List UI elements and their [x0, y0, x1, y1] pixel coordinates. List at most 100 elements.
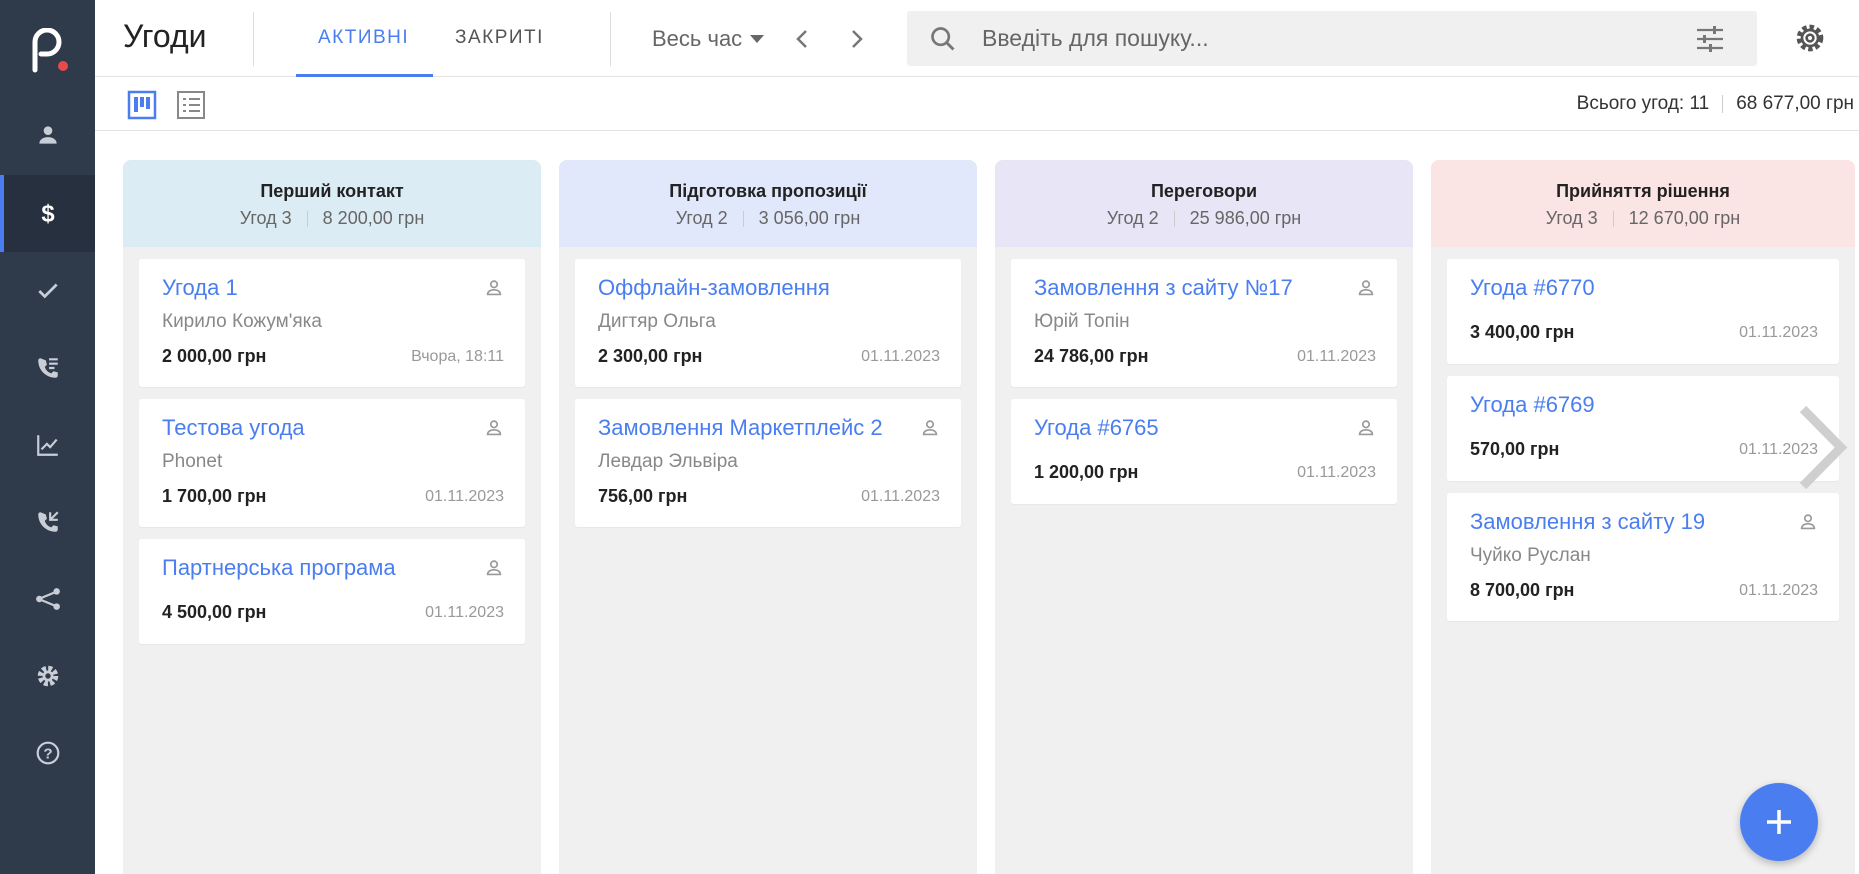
stage-title: Переговори	[1150, 181, 1258, 201]
total-deals-amount: 68 677,00 грн	[1736, 93, 1854, 114]
sidebar-item-integrations[interactable]	[0, 560, 95, 637]
stage-title: Прийняття рішення	[1556, 181, 1730, 201]
deal-title[interactable]: Оффлайн-замовлення	[598, 275, 830, 301]
stage-sum: 25 986,00 грн	[1189, 208, 1302, 228]
period-prev-button[interactable]	[788, 24, 816, 54]
person-icon	[486, 280, 502, 296]
caret-down-icon	[750, 35, 765, 43]
filter-sliders-icon[interactable]	[1695, 25, 1725, 53]
stage-count: Угод 2	[1106, 208, 1159, 228]
stage-header: Перший контакт Угод 3 8 200,00 грн	[123, 160, 541, 247]
dollar-icon: $	[41, 201, 54, 227]
stage-count: Угод 3	[239, 208, 292, 228]
add-deal-button[interactable]	[1740, 783, 1818, 861]
deal-amount: 8 700,00 грн	[1470, 580, 1575, 600]
person-icon	[1358, 420, 1374, 436]
deal-card[interactable]: Угода #6769 570,00 грн 01.11.2023	[1447, 376, 1839, 481]
deal-amount: 2 300,00 грн	[598, 346, 703, 366]
deal-totals: Всього угод: 11 68 677,00 грн	[1577, 93, 1854, 115]
period-next-button[interactable]	[843, 24, 871, 54]
deal-card[interactable]: Угода #6770 3 400,00 грн 01.11.2023	[1447, 259, 1839, 364]
deal-date: 01.11.2023	[861, 348, 940, 365]
stage-count: Угод 2	[675, 208, 728, 228]
deal-contact: Кирило Кожум'яка	[162, 311, 322, 332]
settings-gear-icon[interactable]	[1794, 22, 1826, 54]
search-input[interactable]	[982, 11, 1662, 66]
stage-title: Перший контакт	[260, 181, 404, 201]
list-view-icon[interactable]	[176, 90, 206, 120]
stage-sum: 3 056,00 грн	[758, 208, 861, 228]
stage-column: Прийняття рішення Угод 3 12 670,00 грн У…	[1431, 160, 1855, 874]
deal-date: 01.11.2023	[425, 604, 504, 621]
gear-icon	[37, 665, 58, 686]
totals-divider	[1722, 95, 1724, 113]
deal-date: Вчора, 18:11	[411, 348, 504, 365]
deal-card[interactable]: Оффлайн-замовлення Дигтяр Ольга 2 300,00…	[575, 259, 961, 387]
deal-title[interactable]: Угода #6765	[1034, 415, 1159, 441]
search-icon	[931, 27, 955, 51]
deal-title[interactable]: Угода #6770	[1470, 275, 1595, 301]
deal-contact: Phonet	[162, 451, 223, 472]
deal-contact: Юрій Топін	[1034, 311, 1130, 332]
sidebar-item-analytics[interactable]	[0, 406, 95, 483]
chevron-right-icon	[852, 30, 863, 48]
deal-amount: 570,00 грн	[1470, 439, 1560, 459]
chart-icon	[36, 434, 58, 456]
logo-icon[interactable]	[29, 28, 69, 74]
deal-card[interactable]: Замовлення з сайту №17 Юрій Топін 24 786…	[1011, 259, 1397, 387]
deal-title[interactable]: Замовлення з сайту №17	[1034, 275, 1293, 301]
svg-text:?: ?	[43, 745, 52, 762]
header-divider	[610, 12, 611, 66]
tab-closed[interactable]: ЗАКРИТІ	[455, 27, 544, 49]
kanban-view-icon[interactable]	[127, 90, 157, 120]
deal-amount: 2 000,00 грн	[162, 346, 267, 366]
deal-title[interactable]: Замовлення Маркетплейс 2	[598, 415, 883, 441]
deal-amount: 4 500,00 грн	[162, 602, 267, 622]
person-icon	[1800, 514, 1816, 530]
person-icon	[486, 560, 502, 576]
deal-amount: 24 786,00 грн	[1034, 346, 1149, 366]
sidebar-item-contacts[interactable]	[0, 96, 95, 173]
flow-icon	[35, 587, 60, 610]
stage-meta-divider	[1612, 210, 1614, 227]
deal-amount: 3 400,00 грн	[1470, 322, 1575, 342]
deal-card[interactable]: Замовлення з сайту 19 Чуйко Руслан 8 700…	[1447, 493, 1839, 621]
sidebar-item-calls[interactable]	[0, 329, 95, 406]
header-divider	[253, 12, 254, 66]
deal-title[interactable]: Угода #6769	[1470, 392, 1595, 418]
deal-title[interactable]: Тестова угода	[162, 415, 305, 441]
deal-card[interactable]: Замовлення Маркетплейс 2 Левдар Эльвіра …	[575, 399, 961, 527]
deal-card[interactable]: Партнерська програма 4 500,00 грн 01.11.…	[139, 539, 525, 644]
deal-card[interactable]: Угода #6765 1 200,00 грн 01.11.2023	[1011, 399, 1397, 504]
page-title: Угоди	[123, 18, 207, 54]
check-icon	[37, 283, 58, 298]
stage-meta-divider	[742, 210, 744, 227]
deal-title[interactable]: Партнерська програма	[162, 555, 396, 581]
stage-meta-divider	[306, 210, 308, 227]
scroll-right-chevron-icon[interactable]	[1795, 405, 1850, 490]
deal-card[interactable]: Тестова угода Phonet 1 700,00 грн 01.11.…	[139, 399, 525, 527]
deal-amount: 756,00 грн	[598, 486, 688, 506]
stage-column: Перший контакт Угод 3 8 200,00 грн Угода…	[123, 160, 541, 874]
sidebar: $ ?	[0, 0, 95, 874]
toolbar: Всього угод: 11 68 677,00 грн	[95, 78, 1859, 131]
stage-header: Підготовка пропозиції Угод 2 3 056,00 гр…	[559, 160, 977, 247]
sidebar-item-settings[interactable]	[0, 637, 95, 714]
sidebar-item-help[interactable]: ?	[0, 714, 95, 791]
deal-title[interactable]: Угода 1	[162, 275, 238, 301]
period-select[interactable]: Весь час	[652, 26, 765, 52]
deal-title[interactable]: Замовлення з сайту 19	[1470, 509, 1705, 535]
sidebar-item-tasks[interactable]	[0, 252, 95, 329]
stage-count: Угод 3	[1545, 208, 1598, 228]
sidebar-item-callbacks[interactable]	[0, 483, 95, 560]
phone-list-icon	[37, 357, 58, 378]
help-icon: ?	[36, 741, 59, 764]
deal-date: 01.11.2023	[1297, 348, 1376, 365]
deal-card[interactable]: Угода 1 Кирило Кожум'яка 2 000,00 грн Вч…	[139, 259, 525, 387]
phone-callback-icon	[37, 510, 59, 532]
deal-amount: 1 700,00 грн	[162, 486, 267, 506]
tab-active[interactable]: АКТИВНІ	[318, 27, 409, 49]
sidebar-item-deals[interactable]: $	[0, 175, 95, 252]
plus-icon	[1767, 810, 1791, 834]
header: Угоди АКТИВНІ ЗАКРИТІ Весь час	[95, 0, 1859, 77]
